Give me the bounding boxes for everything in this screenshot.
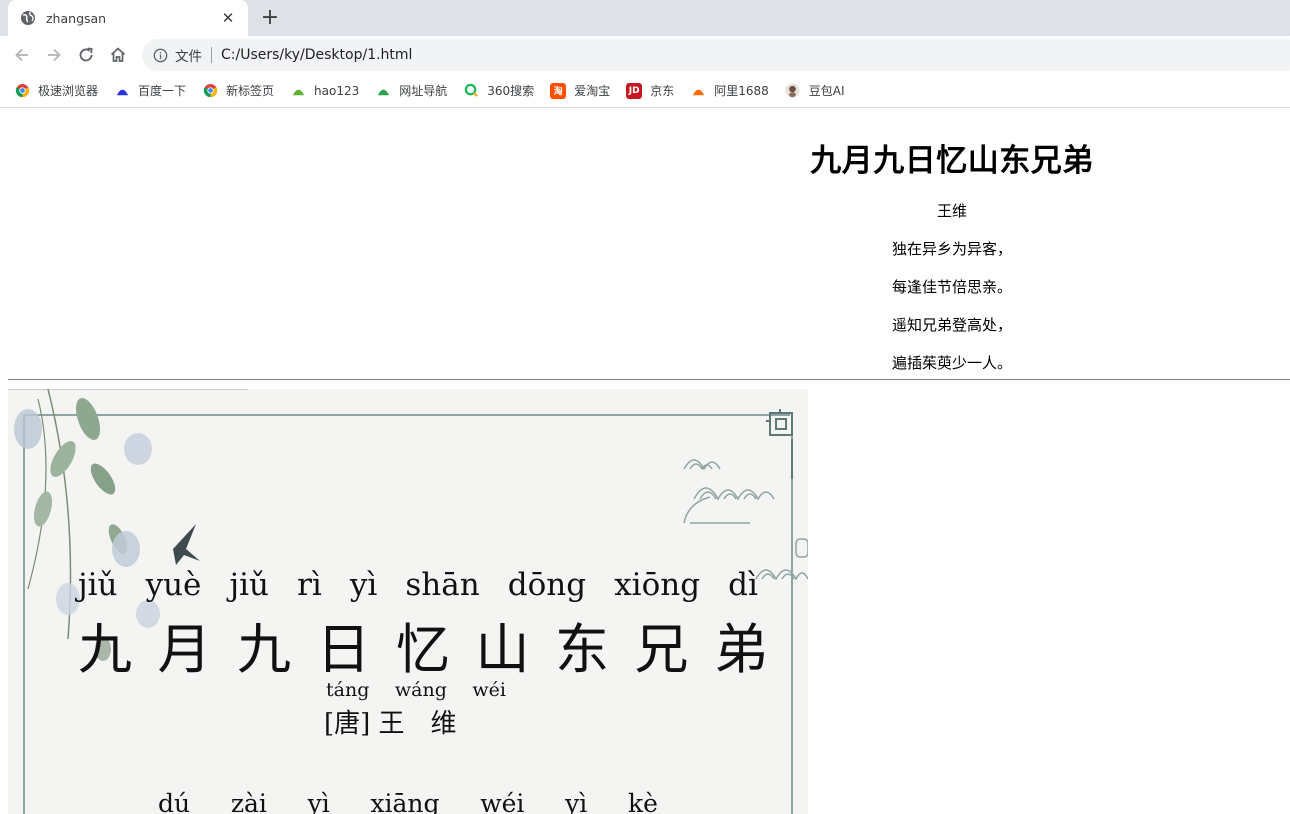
bookmark-label: 阿里1688: [714, 84, 769, 98]
back-button[interactable]: [8, 41, 36, 69]
author-line: [唐] 王 维: [324, 709, 457, 739]
bookmark-item[interactable]: 网址导航: [375, 78, 447, 104]
bookmark-item[interactable]: 360搜索: [463, 78, 534, 104]
alibaba-icon: [690, 83, 706, 99]
bookmark-label: 爱淘宝: [574, 84, 611, 98]
title-hanzi-row: 九月九日忆山东兄弟: [78, 605, 768, 681]
home-button[interactable]: [104, 41, 132, 69]
pinyin-syllable: dōng: [507, 567, 587, 603]
pinyin-syllable: jiǔ: [78, 567, 118, 603]
corner-knot-icon: [766, 409, 793, 479]
poem-block: 九月九日忆山东兄弟 王维 独在异乡为异客， 每逢佳节倍思亲。 遥知兄弟登高处， …: [612, 109, 1290, 373]
chrome-icon: [202, 83, 218, 99]
bookmark-item[interactable]: 豆包AI: [785, 78, 845, 104]
hanzi-char: 月: [157, 618, 212, 681]
info-icon[interactable]: [152, 47, 168, 63]
omnibox-divider: [211, 47, 212, 63]
hanzi-char: 九: [78, 618, 132, 681]
pinyin-syllable: shān: [405, 567, 480, 603]
bookmark-label: 新标签页: [226, 84, 275, 98]
360-search-icon: [463, 83, 479, 99]
forward-button[interactable]: [40, 41, 68, 69]
pinyin-syllable: yì: [565, 789, 588, 814]
poem-line: 遥知兄弟登高处，: [891, 316, 1012, 334]
author-pinyin-row: táng wáng wéi: [326, 679, 506, 705]
pinyin-syllable: yuè: [145, 567, 202, 603]
hanzi-char: 九: [237, 618, 291, 681]
close-icon[interactable]: ✕: [218, 8, 238, 28]
poem-line: 遍插茱萸少一人。: [891, 354, 1012, 372]
cloud-pattern-icon: [683, 459, 808, 581]
arrow-right-icon: [48, 48, 61, 62]
swallow-bird-icon: [173, 524, 200, 565]
bookmark-label: 百度一下: [138, 84, 187, 98]
address-bar[interactable]: 文件 C:/Users/ky/Desktop/1.html: [142, 39, 1290, 71]
poem-poster-image: jiǔ yuè jiǔ rì yì shān dōng xiōng dì 九月九日忆山东兄弟 t…: [8, 389, 808, 814]
bookmark-item[interactable]: hao123: [290, 78, 359, 104]
horizontal-rule: [8, 379, 1290, 380]
bookmark-item[interactable]: 百度一下: [114, 78, 186, 104]
taobao-icon: 淘: [550, 82, 567, 99]
globe-icon: [20, 10, 36, 26]
hanzi-char: 忆: [396, 618, 450, 681]
title-pinyin-row: jiǔ yuè jiǔ rì yì shān dōng xiōng dì: [78, 567, 758, 605]
bookmark-label: 网址导航: [399, 84, 448, 98]
poem-line: 独在异乡为异客，: [891, 240, 1012, 258]
pinyin-syllable: wáng: [394, 679, 447, 701]
bookmark-label: 极速浏览器: [38, 84, 99, 98]
bookmark-label: 360搜索: [487, 84, 535, 98]
pinyin-syllable: jiǔ: [229, 567, 269, 603]
pinyin-syllable: zài: [230, 789, 267, 814]
jd-icon: JD: [626, 82, 643, 99]
chrome-icon: [14, 83, 30, 99]
pinyin-syllable: xiāng: [370, 789, 440, 814]
bookmark-item[interactable]: 极速浏览器: [14, 78, 98, 104]
home-icon: [110, 47, 126, 62]
browser-tab[interactable]: zhangsan ✕: [8, 0, 248, 36]
hanzi-char: 山: [475, 618, 530, 681]
hanzi-char: 弟: [714, 618, 768, 681]
hanzi-char: 日: [316, 618, 371, 681]
nav-house-icon: [375, 83, 391, 99]
pinyin-syllable: dì: [728, 567, 758, 603]
hao123-icon: [290, 83, 306, 99]
poem-author: 王维: [936, 202, 967, 220]
file-scheme-chip: 文件: [175, 49, 202, 65]
browser-toolbar: 文件 C:/Users/ky/Desktop/1.html: [0, 36, 1290, 74]
tab-title: zhangsan: [46, 10, 107, 26]
pinyin-syllable: kè: [627, 789, 658, 814]
pinyin-syllable: xiōng: [614, 567, 701, 603]
hanzi-char: 兄: [634, 618, 689, 681]
bookmark-item[interactable]: JD 京东: [626, 78, 674, 104]
new-tab-button[interactable]: +: [258, 6, 282, 30]
tab-strip: zhangsan ✕ +: [0, 0, 1290, 36]
bookmark-item[interactable]: 淘爱淘宝: [550, 78, 610, 104]
pinyin-syllable: wéi: [472, 679, 506, 701]
bookmarks-bar: 极速浏览器 百度一下 新标签页 hao123 网址导航 360搜索 淘爱淘宝 JD 京东 阿里16…: [0, 74, 1290, 108]
reload-button[interactable]: [72, 41, 100, 69]
bookmark-item[interactable]: 新标签页: [202, 78, 274, 104]
pinyin-syllable: yì: [349, 567, 378, 603]
poem-line: 每逢佳节倍思亲。: [891, 278, 1012, 296]
pinyin-syllable: rì: [297, 567, 322, 603]
line1-pinyin-row: dú zài yì xiāng wéi yì kè: [158, 789, 658, 814]
arrow-left-icon: [15, 48, 28, 62]
url-text[interactable]: C:/Users/ky/Desktop/1.html: [221, 47, 412, 63]
poem-title: 九月九日忆山东兄弟: [810, 143, 1094, 179]
pinyin-syllable: yì: [307, 789, 330, 814]
doubao-avatar-icon: [785, 83, 801, 99]
bookmark-label: hao123: [314, 83, 360, 98]
reload-icon: [79, 47, 93, 62]
pinyin-syllable: táng: [326, 679, 370, 701]
bookmark-label: 豆包AI: [808, 84, 845, 98]
bookmark-label: 京东: [650, 84, 675, 98]
bookmark-item[interactable]: 阿里1688: [690, 78, 769, 104]
hanzi-char: 东: [555, 618, 609, 681]
page-content: 九月九日忆山东兄弟 王维 独在异乡为异客， 每逢佳节倍思亲。 遥知兄弟登高处， …: [0, 109, 1290, 814]
pinyin-syllable: wéi: [480, 789, 525, 814]
pinyin-syllable: dú: [158, 789, 191, 814]
baidu-paw-icon: [114, 83, 130, 99]
